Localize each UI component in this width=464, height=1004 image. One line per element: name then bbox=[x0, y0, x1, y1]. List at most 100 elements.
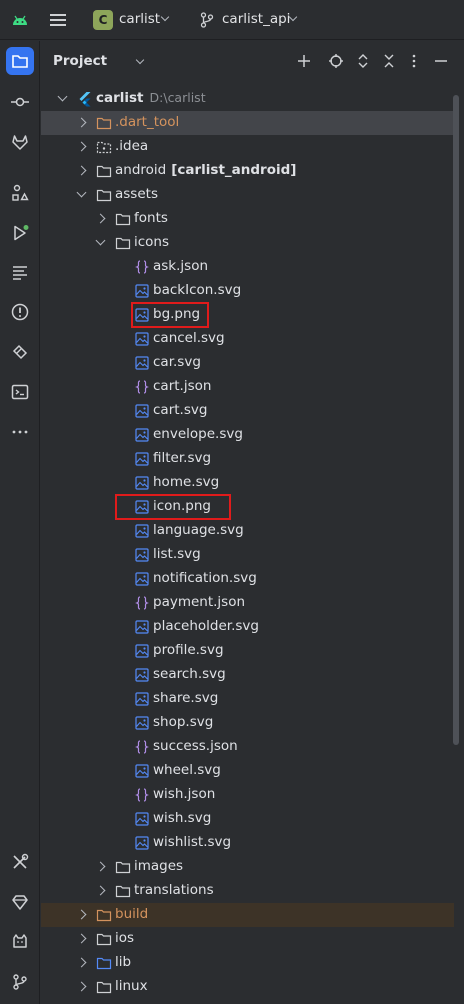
tree-item[interactable]: ask.json bbox=[41, 255, 454, 279]
chevron-right-icon[interactable] bbox=[76, 909, 87, 920]
folder-icon bbox=[96, 979, 112, 995]
tree-item[interactable]: android [carlist_android] bbox=[41, 159, 454, 183]
folder-excluded-icon bbox=[96, 115, 112, 131]
image-icon bbox=[134, 619, 150, 635]
tree-item-label: android [carlist_android] bbox=[115, 162, 297, 178]
tree-item[interactable]: payment.json bbox=[41, 591, 454, 615]
chevron-right-icon[interactable] bbox=[76, 141, 87, 152]
folder-icon bbox=[96, 163, 112, 179]
chevron-down-icon[interactable] bbox=[135, 55, 145, 65]
tree-item[interactable]: wish.svg bbox=[41, 807, 454, 831]
tree-item[interactable]: share.svg bbox=[41, 687, 454, 711]
tree-item[interactable]: envelope.svg bbox=[41, 423, 454, 447]
tree-item[interactable]: images bbox=[41, 855, 454, 879]
chevron-right-icon[interactable] bbox=[76, 981, 87, 992]
project-name[interactable]: carlist bbox=[119, 11, 160, 27]
tree-item[interactable]: fonts bbox=[41, 207, 454, 231]
tree-item[interactable]: bg.png bbox=[41, 303, 454, 327]
tree-item-label: wish.svg bbox=[153, 810, 212, 826]
main-menu-icon[interactable] bbox=[48, 11, 68, 29]
tree-item-label: notification.svg bbox=[153, 570, 257, 586]
gitlab-icon[interactable] bbox=[6, 128, 34, 156]
image-icon bbox=[134, 643, 150, 659]
chevron-right-icon[interactable] bbox=[76, 933, 87, 944]
add-icon[interactable] bbox=[294, 51, 314, 71]
image-icon bbox=[134, 667, 150, 683]
chevron-right-icon[interactable] bbox=[76, 957, 87, 968]
tree-item[interactable]: profile.svg bbox=[41, 639, 454, 663]
panel-title[interactable]: Project bbox=[53, 53, 107, 69]
tree-item[interactable]: backIcon.svg bbox=[41, 279, 454, 303]
hide-panel-icon[interactable] bbox=[431, 51, 451, 71]
build-variants-icon[interactable] bbox=[6, 338, 34, 366]
collapse-all-icon[interactable] bbox=[379, 51, 399, 71]
folder-icon bbox=[115, 211, 131, 227]
chevron-right-icon[interactable] bbox=[95, 861, 106, 872]
tree-item[interactable]: wishlist.svg bbox=[41, 831, 454, 855]
project-tool-icon[interactable] bbox=[6, 47, 34, 75]
terminal-icon[interactable] bbox=[6, 378, 34, 406]
tree-item[interactable]: assets bbox=[41, 183, 454, 207]
structure-icon[interactable] bbox=[6, 179, 34, 207]
tree-item[interactable]: cancel.svg bbox=[41, 327, 454, 351]
cat-icon[interactable] bbox=[6, 928, 34, 956]
tree-item[interactable]: cart.svg bbox=[41, 399, 454, 423]
logcat-icon[interactable] bbox=[6, 258, 34, 286]
build-tools-icon[interactable] bbox=[6, 848, 34, 876]
options-icon[interactable] bbox=[404, 51, 424, 71]
git-branch-icon[interactable] bbox=[200, 12, 214, 28]
chevron-right-icon[interactable] bbox=[95, 213, 106, 224]
run-icon[interactable] bbox=[6, 219, 34, 247]
tree-item-label: wish.json bbox=[153, 786, 216, 802]
tree-item-label: fonts bbox=[134, 210, 168, 226]
tree-item[interactable]: lib bbox=[41, 951, 454, 975]
chevron-right-icon[interactable] bbox=[95, 885, 106, 896]
highlight-box bbox=[115, 494, 231, 520]
tree-item[interactable]: carlist D:\carlist bbox=[41, 87, 454, 111]
tree-item[interactable]: shop.svg bbox=[41, 711, 454, 735]
tree-item[interactable]: wish.json bbox=[41, 783, 454, 807]
vertical-scrollbar[interactable] bbox=[453, 95, 459, 745]
chevron-down-icon[interactable] bbox=[95, 235, 106, 246]
branch-name[interactable]: carlist_api bbox=[222, 11, 290, 27]
tree-item[interactable]: icons bbox=[41, 231, 454, 255]
tree-item[interactable]: wheel.svg bbox=[41, 759, 454, 783]
tree-item-label: cancel.svg bbox=[153, 330, 225, 346]
tree-item[interactable]: success.json bbox=[41, 735, 454, 759]
commit-icon[interactable] bbox=[6, 88, 34, 116]
tree-item[interactable]: icon.png bbox=[41, 495, 454, 519]
image-icon bbox=[134, 355, 150, 371]
locate-icon[interactable] bbox=[326, 51, 346, 71]
more-tools-icon[interactable] bbox=[6, 418, 34, 446]
tree-item[interactable]: search.svg bbox=[41, 663, 454, 687]
expand-all-icon[interactable] bbox=[353, 51, 373, 71]
tree-item[interactable]: linux bbox=[41, 975, 454, 999]
tree-item[interactable]: placeholder.svg bbox=[41, 615, 454, 639]
problems-icon[interactable] bbox=[6, 298, 34, 326]
chevron-down-icon[interactable] bbox=[76, 187, 87, 198]
tree-item[interactable]: filter.svg bbox=[41, 447, 454, 471]
image-icon bbox=[134, 475, 150, 491]
tree-item[interactable]: notification.svg bbox=[41, 567, 454, 591]
tree-item[interactable]: cart.json bbox=[41, 375, 454, 399]
chevron-right-icon[interactable] bbox=[76, 165, 87, 176]
gem-icon[interactable] bbox=[6, 888, 34, 916]
tree-item[interactable]: language.svg bbox=[41, 519, 454, 543]
tree-item-label: icons bbox=[134, 234, 170, 250]
tree-item[interactable]: build bbox=[41, 903, 454, 927]
tree-item[interactable]: .idea bbox=[41, 135, 454, 159]
highlight-box bbox=[131, 302, 209, 328]
tree-item[interactable]: home.svg bbox=[41, 471, 454, 495]
tree-item[interactable]: translations bbox=[41, 879, 454, 903]
tree-item[interactable]: car.svg bbox=[41, 351, 454, 375]
chevron-down-icon[interactable] bbox=[160, 12, 170, 22]
version-control-icon[interactable] bbox=[6, 968, 34, 996]
tree-item[interactable]: list.svg bbox=[41, 543, 454, 567]
image-icon bbox=[134, 763, 150, 779]
chevron-right-icon[interactable] bbox=[76, 117, 87, 128]
project-badge[interactable]: C bbox=[93, 10, 113, 30]
tree-item[interactable]: .dart_tool bbox=[41, 111, 454, 135]
chevron-down-icon[interactable] bbox=[57, 91, 68, 102]
image-icon bbox=[134, 283, 150, 299]
tree-item[interactable]: ios bbox=[41, 927, 454, 951]
